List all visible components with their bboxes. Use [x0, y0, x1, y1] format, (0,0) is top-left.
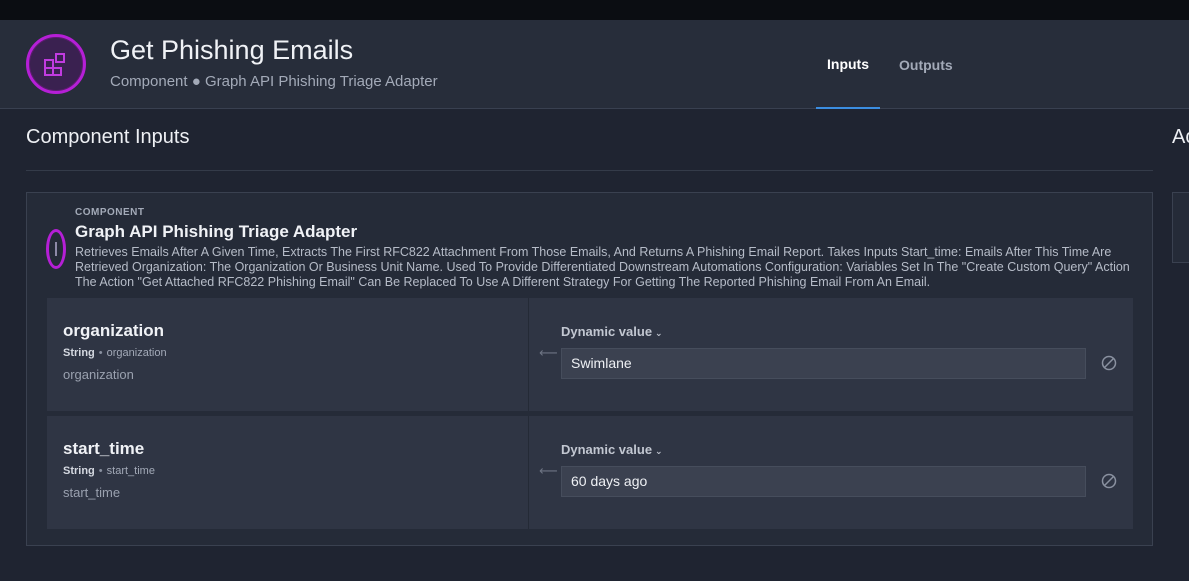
right-section-panel	[1172, 192, 1189, 263]
chevron-down-icon: ⌄	[655, 328, 663, 338]
input-description: organization	[63, 367, 134, 382]
value-mode-label: Dynamic value	[561, 324, 653, 339]
row-divider	[528, 298, 529, 411]
input-row-start-time: start_time String • start_time start_time …	[47, 416, 1133, 529]
tab-inputs[interactable]: Inputs	[816, 20, 880, 109]
component-inputs-panel: COMPONENT Graph API Phishing Triage Adap…	[26, 192, 1153, 546]
input-type-line: String • start_time	[63, 465, 155, 477]
component-description: Retrieves Emails After A Given Time, Ext…	[75, 245, 1130, 289]
input-key: organization	[106, 347, 167, 359]
component-name: Graph API Phishing Triage Adapter	[75, 222, 358, 241]
value-input[interactable]: 60 days ago	[561, 466, 1086, 497]
value-mode-dropdown[interactable]: Dynamic value ⌄	[561, 442, 663, 457]
right-section-title: Ac	[1172, 126, 1189, 148]
page-subtitle: Component ● Graph API Phishing Triage Ad…	[110, 73, 438, 90]
input-type: String	[63, 465, 95, 477]
component-ring-icon	[46, 229, 66, 269]
section-divider	[26, 170, 1153, 171]
tab-bar: Inputs Outputs	[816, 20, 972, 109]
value-mode-label: Dynamic value	[561, 442, 653, 457]
input-name: start_time	[63, 439, 145, 458]
value-input[interactable]: Swimlane	[561, 348, 1086, 379]
input-description: start_time	[63, 485, 121, 500]
section-title: Component Inputs	[26, 126, 190, 148]
arrow-left-icon: ⟵	[539, 345, 558, 360]
input-name: organization	[63, 321, 165, 340]
chevron-down-icon: ⌄	[655, 446, 663, 456]
top-strip	[0, 0, 1189, 20]
component-kicker: COMPONENT	[75, 207, 145, 218]
input-row-organization: organization String • organization organiz…	[47, 298, 1133, 411]
clear-value-icon[interactable]	[1101, 355, 1117, 371]
tab-outputs[interactable]: Outputs	[888, 20, 964, 109]
page-header: Get Phishing Emails Component ● Graph AP…	[0, 20, 1189, 109]
clear-value-icon[interactable]	[1101, 473, 1117, 489]
row-divider	[528, 416, 529, 529]
input-type-line: String • organization	[63, 347, 167, 359]
value-mode-dropdown[interactable]: Dynamic value ⌄	[561, 324, 663, 339]
component-blocks-icon	[44, 53, 65, 76]
input-type: String	[63, 347, 95, 359]
component-avatar	[26, 34, 86, 94]
input-key: start_time	[106, 465, 155, 477]
arrow-left-icon: ⟵	[539, 463, 558, 478]
page-title: Get Phishing Emails	[110, 35, 354, 65]
